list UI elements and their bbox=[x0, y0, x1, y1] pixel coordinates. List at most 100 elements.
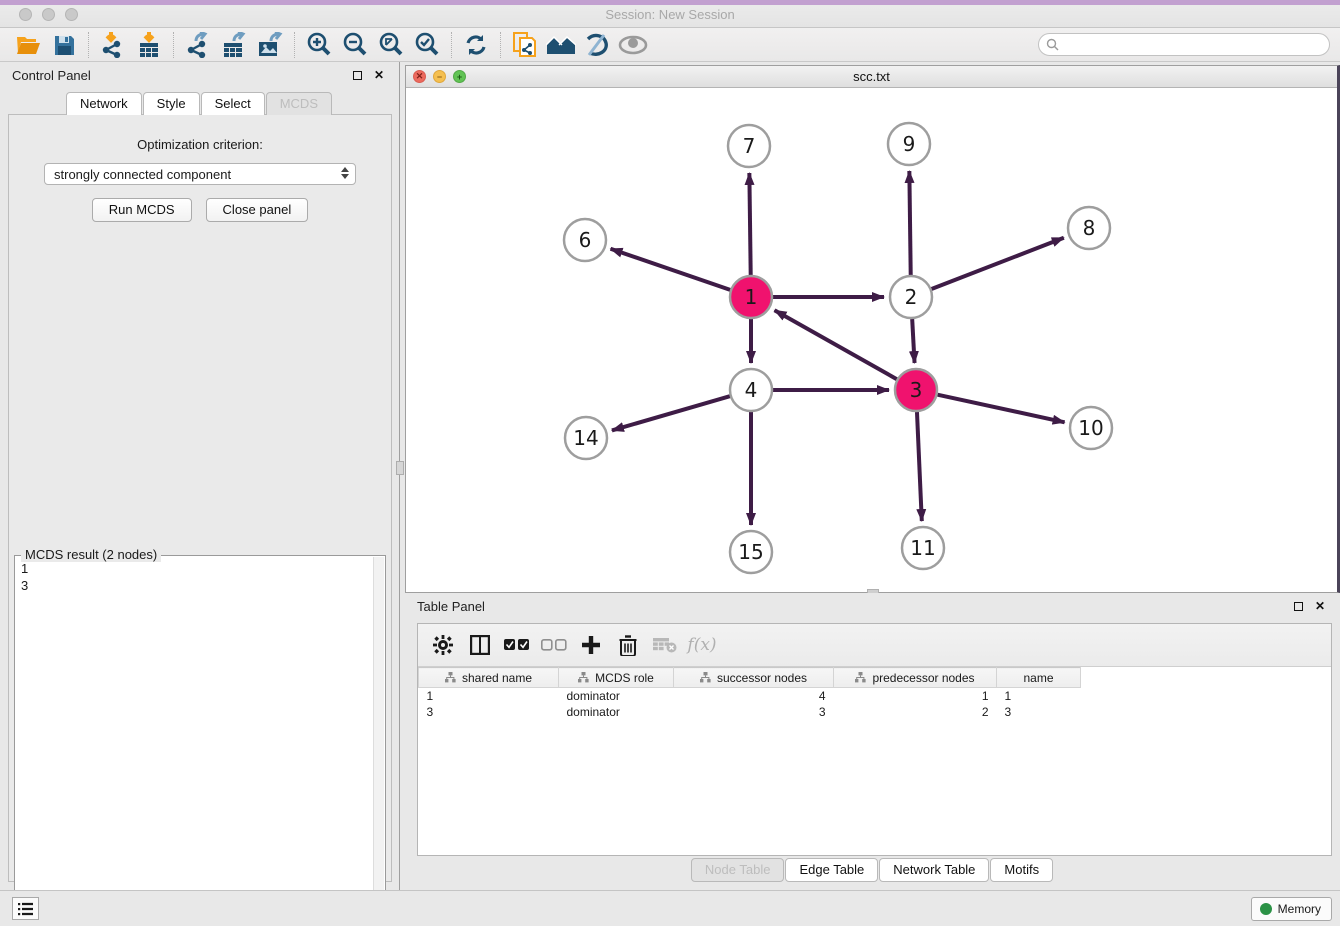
graph-node-6[interactable]: 6 bbox=[564, 219, 606, 261]
graph-node-14[interactable]: 14 bbox=[565, 417, 607, 459]
table-cell[interactable]: 3 bbox=[997, 704, 1081, 720]
close-panel-button-mcds[interactable]: Close panel bbox=[206, 198, 309, 222]
graph-edge-1-6[interactable] bbox=[611, 249, 731, 290]
export-table-icon bbox=[222, 32, 246, 58]
graph-node-label: 2 bbox=[905, 285, 918, 309]
eye-icon bbox=[618, 35, 648, 55]
graph-node-1[interactable]: 1 bbox=[730, 276, 772, 318]
column-header-shared-name[interactable]: shared name bbox=[419, 668, 559, 688]
network-window-titlebar[interactable]: ✕ − + scc.txt bbox=[406, 66, 1337, 88]
column-header-MCDS-role[interactable]: MCDS role bbox=[559, 668, 674, 688]
graph-edge-3-1[interactable] bbox=[775, 310, 897, 379]
table-cell[interactable]: 4 bbox=[674, 688, 834, 704]
zoom-in-button[interactable] bbox=[301, 30, 337, 60]
column-tree-icon bbox=[700, 672, 711, 683]
column-tree-icon bbox=[445, 672, 456, 683]
show-all-columns-button[interactable] bbox=[502, 630, 532, 660]
graph-edge-3-11[interactable] bbox=[917, 412, 922, 521]
control-panel-title: Control Panel bbox=[12, 68, 343, 83]
hide-all-columns-button[interactable] bbox=[539, 630, 569, 660]
graph-edge-2-8[interactable] bbox=[932, 238, 1064, 289]
table-cell[interactable]: 1 bbox=[419, 688, 559, 704]
tab-network[interactable]: Network bbox=[66, 92, 142, 115]
table-cell[interactable]: 3 bbox=[419, 704, 559, 720]
result-scrollbar[interactable] bbox=[373, 557, 384, 925]
graph-node-3[interactable]: 3 bbox=[895, 369, 937, 411]
search-icon bbox=[1046, 38, 1059, 51]
tab-select[interactable]: Select bbox=[201, 92, 265, 115]
column-label: MCDS role bbox=[595, 671, 654, 685]
tab-mcds[interactable]: MCDS bbox=[266, 92, 332, 115]
graph-node-11[interactable]: 11 bbox=[902, 527, 944, 569]
table-row[interactable]: 1dominator411 bbox=[419, 688, 1081, 704]
table-settings-button[interactable] bbox=[428, 630, 458, 660]
column-header-predecessor-nodes[interactable]: predecessor nodes bbox=[834, 668, 997, 688]
create-column-button[interactable] bbox=[576, 630, 606, 660]
column-header-name[interactable]: name bbox=[997, 668, 1081, 688]
search-input[interactable] bbox=[1059, 38, 1329, 52]
toolbar-search[interactable] bbox=[1038, 33, 1330, 56]
close-icon: ✕ bbox=[374, 68, 384, 82]
graph-node-2[interactable]: 2 bbox=[890, 276, 932, 318]
apply-layout-button[interactable] bbox=[458, 30, 494, 60]
table-row[interactable]: 3dominator323 bbox=[419, 704, 1081, 720]
graph-edge-4-14[interactable] bbox=[612, 396, 730, 430]
graph-node-label: 8 bbox=[1083, 216, 1096, 240]
export-image-button[interactable] bbox=[252, 30, 288, 60]
table-cell[interactable]: dominator bbox=[559, 688, 674, 704]
export-network-button[interactable] bbox=[180, 30, 216, 60]
show-column-panel-button[interactable] bbox=[465, 630, 495, 660]
tab-node-table[interactable]: Node Table bbox=[691, 858, 785, 882]
network-canvas[interactable]: 7 9 6 8 1 2 4 3 14 10 15 11 bbox=[406, 88, 1335, 591]
graph-node-4[interactable]: 4 bbox=[730, 369, 772, 411]
close-panel-button[interactable]: ✕ bbox=[371, 67, 387, 83]
table-cell[interactable]: 3 bbox=[674, 704, 834, 720]
table-panel-title: Table Panel bbox=[417, 599, 1284, 614]
export-table-button[interactable] bbox=[216, 30, 252, 60]
import-table-button[interactable] bbox=[131, 30, 167, 60]
graph-node-label: 3 bbox=[910, 378, 923, 402]
float-panel-button[interactable] bbox=[349, 67, 365, 83]
mcds-result-text[interactable]: 1 3 bbox=[17, 560, 373, 924]
tab-motifs[interactable]: Motifs bbox=[990, 858, 1053, 882]
zoom-selected-button[interactable] bbox=[409, 30, 445, 60]
delete-column-button[interactable] bbox=[613, 630, 643, 660]
zoom-out-button[interactable] bbox=[337, 30, 373, 60]
save-session-button[interactable] bbox=[46, 30, 82, 60]
graph-edge-2-9[interactable] bbox=[909, 171, 910, 275]
table-cell[interactable]: 1 bbox=[997, 688, 1081, 704]
graph-node-9[interactable]: 9 bbox=[888, 123, 930, 165]
import-network-button[interactable] bbox=[95, 30, 131, 60]
delete-table-button[interactable] bbox=[650, 630, 680, 660]
clone-network-button[interactable] bbox=[507, 30, 543, 60]
tab-style[interactable]: Style bbox=[143, 92, 200, 115]
function-builder-button[interactable]: f(x) bbox=[687, 630, 717, 660]
show-all-networks-button[interactable] bbox=[543, 30, 579, 60]
graph-node-15[interactable]: 15 bbox=[730, 531, 772, 573]
hide-graphics-details-button[interactable] bbox=[579, 30, 615, 60]
table-cell[interactable]: dominator bbox=[559, 704, 674, 720]
table-cell[interactable]: 2 bbox=[834, 704, 997, 720]
graph-edge-2-3[interactable] bbox=[912, 319, 914, 363]
task-history-button[interactable] bbox=[12, 897, 39, 920]
column-header-successor-nodes[interactable]: successor nodes bbox=[674, 668, 834, 688]
graph-edge-3-10[interactable] bbox=[937, 395, 1064, 423]
houses-icon bbox=[546, 34, 576, 56]
zoom-fit-button[interactable] bbox=[373, 30, 409, 60]
tab-network-table[interactable]: Network Table bbox=[879, 858, 989, 882]
graph-node-10[interactable]: 10 bbox=[1070, 407, 1112, 449]
node-table-header-row[interactable]: shared name MCDS role successor nodesprede… bbox=[419, 668, 1081, 688]
graph-edge-1-7[interactable] bbox=[749, 173, 750, 275]
graph-node-8[interactable]: 8 bbox=[1068, 207, 1110, 249]
run-mcds-button[interactable]: Run MCDS bbox=[92, 198, 192, 222]
graph-node-7[interactable]: 7 bbox=[728, 125, 770, 167]
table-cell[interactable]: 1 bbox=[834, 688, 997, 704]
memory-button[interactable]: Memory bbox=[1251, 897, 1332, 921]
tab-edge-table[interactable]: Edge Table bbox=[785, 858, 878, 882]
close-table-panel-button[interactable]: ✕ bbox=[1312, 598, 1328, 614]
float-table-panel-button[interactable] bbox=[1290, 598, 1306, 614]
vertical-splitter-handle[interactable] bbox=[396, 461, 404, 475]
criterion-select[interactable]: strongly connected component bbox=[44, 163, 356, 185]
open-file-button[interactable] bbox=[10, 30, 46, 60]
show-graphics-details-button[interactable] bbox=[615, 30, 651, 60]
